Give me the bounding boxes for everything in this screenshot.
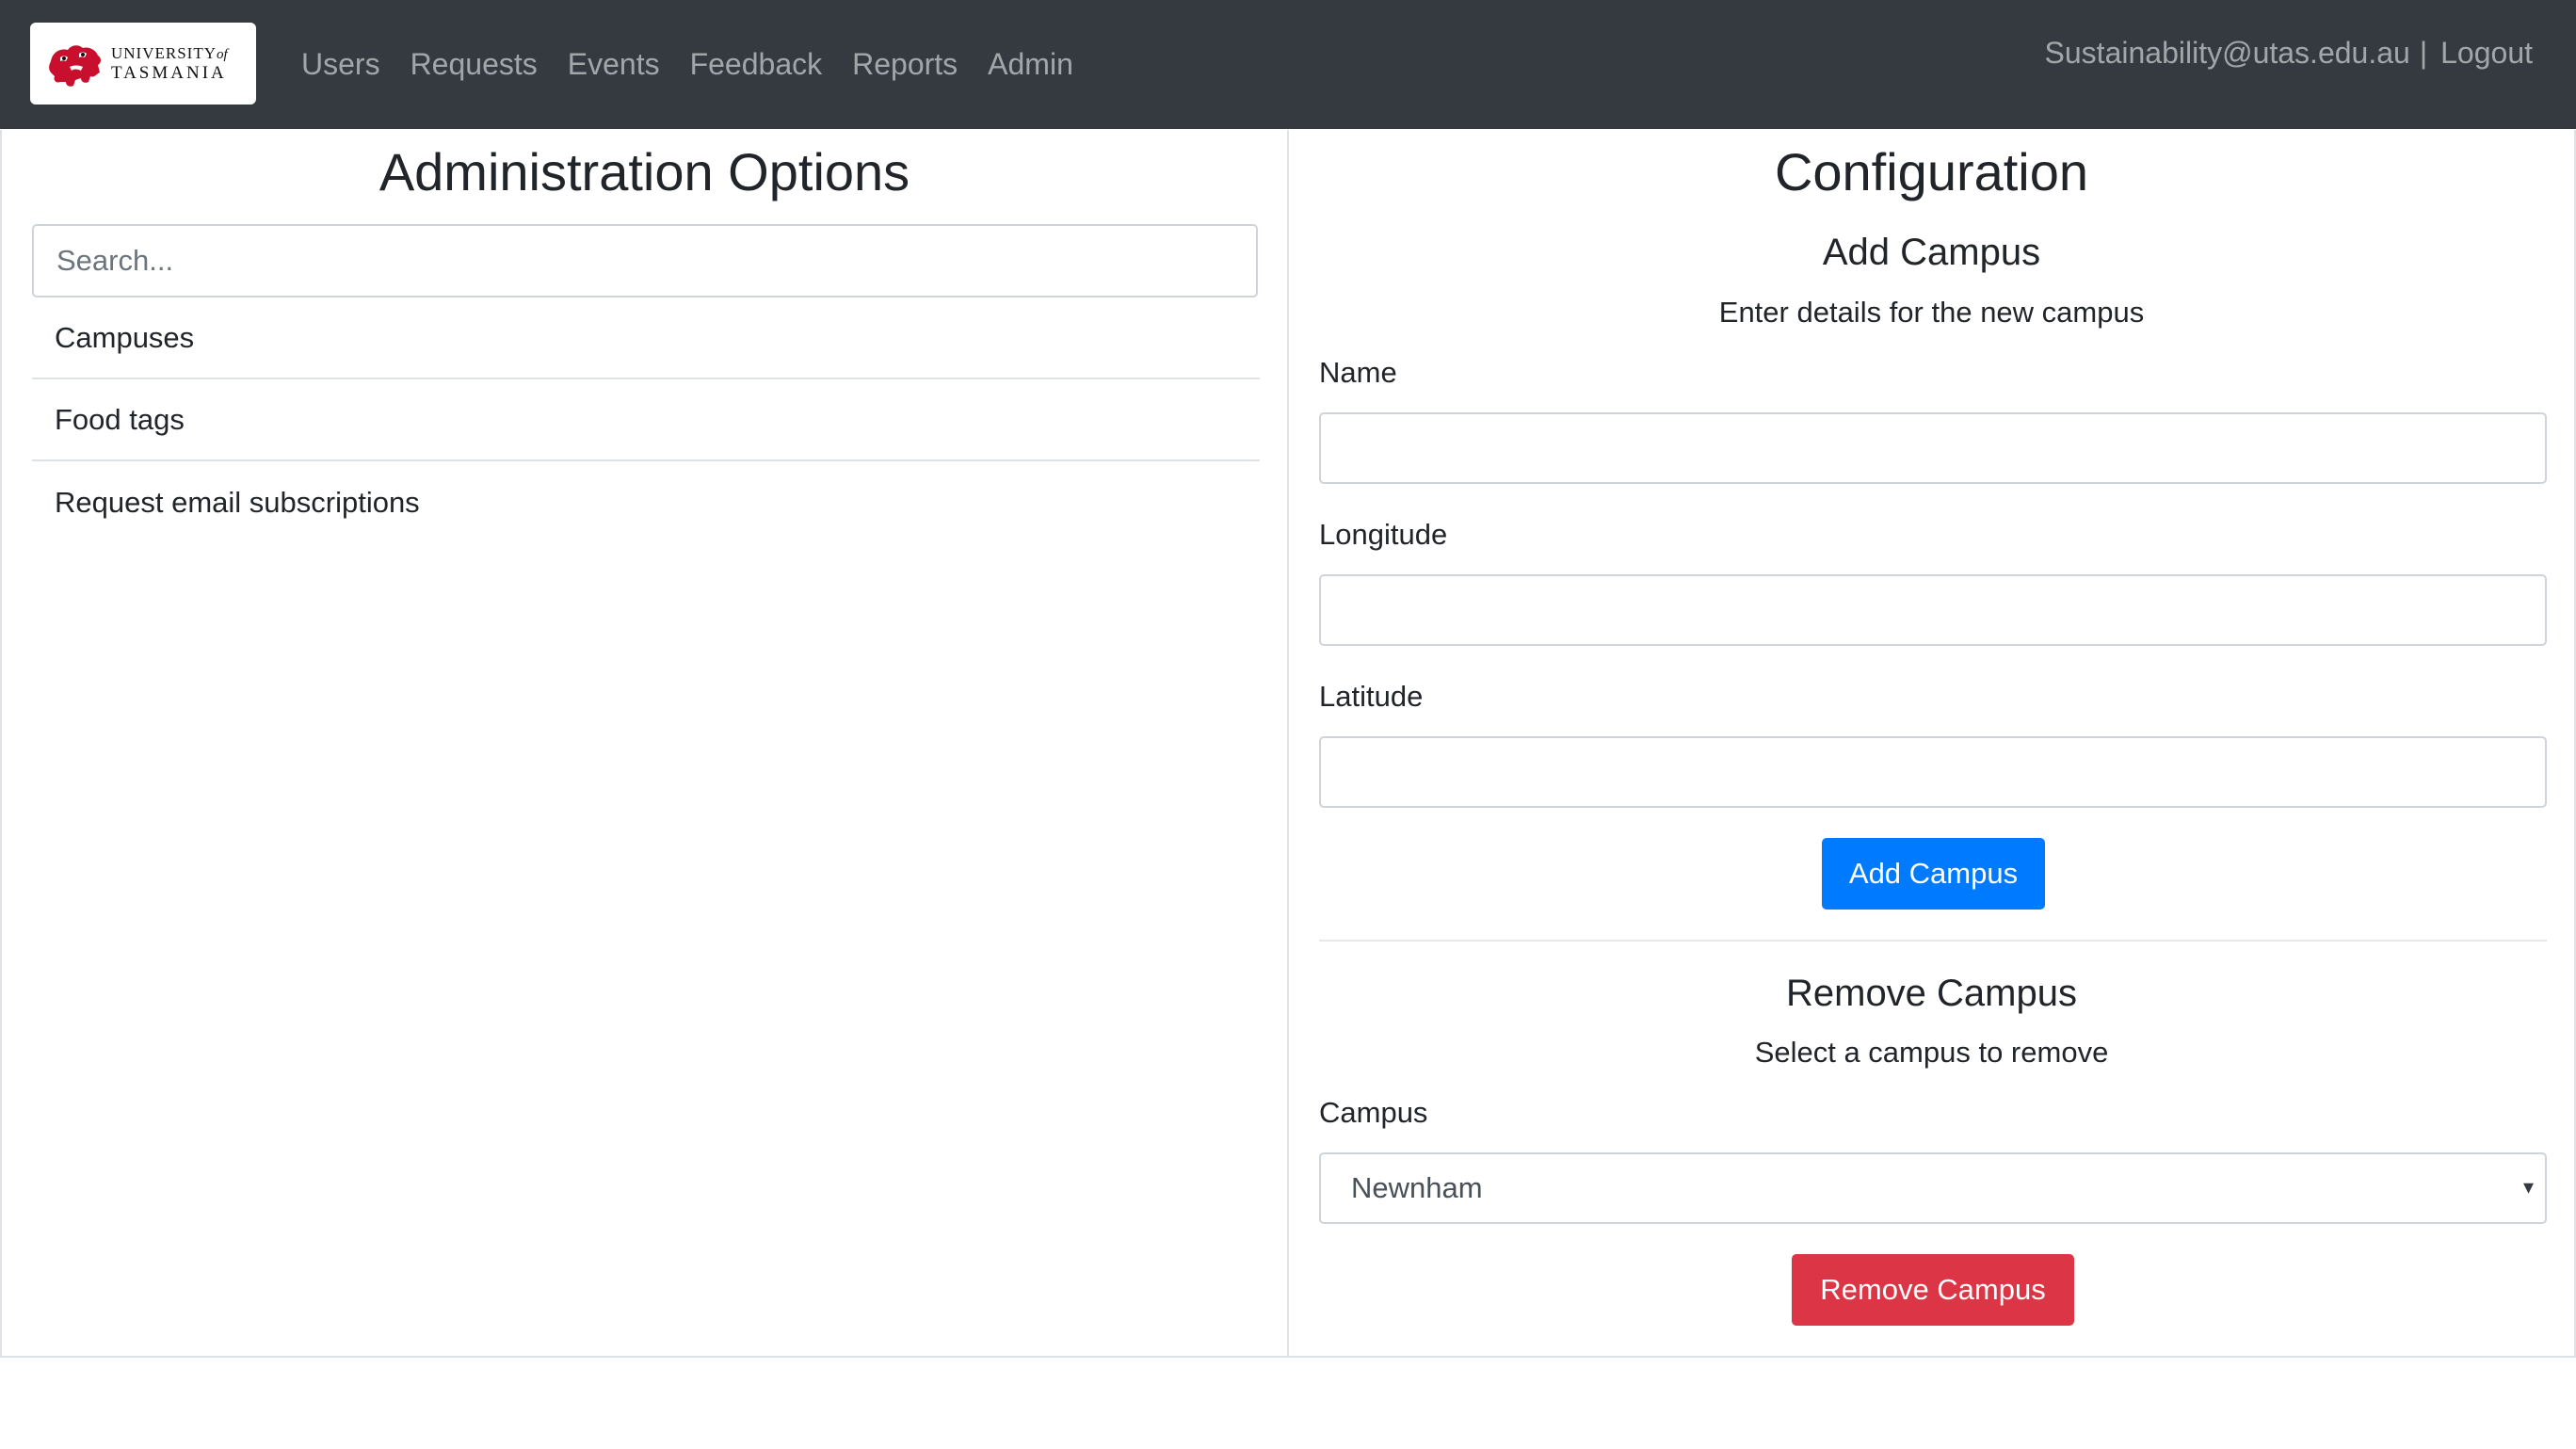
- administration-options-panel: Administration Options Campuses Food tag…: [0, 130, 1289, 1358]
- longitude-label: Longitude: [1319, 518, 1448, 551]
- section-divider: [1319, 940, 2547, 942]
- remove-campus-subtitle: Select a campus to remove: [1754, 1036, 2109, 1069]
- search-input[interactable]: [32, 224, 1258, 298]
- top-navbar: UNIVERSITYof TASMANIA Users Requests Eve…: [0, 0, 2576, 129]
- nav-separator: |: [2419, 36, 2428, 70]
- remove-campus-button[interactable]: Remove Campus: [1792, 1254, 2074, 1326]
- admin-option-list: Campuses Food tags Request email subscri…: [32, 298, 1260, 543]
- campus-label: Campus: [1319, 1096, 1428, 1129]
- configuration-title: Configuration: [1774, 142, 2089, 201]
- campus-select-value: Newnham: [1351, 1171, 1483, 1204]
- university-logo[interactable]: UNIVERSITYof TASMANIA: [30, 23, 256, 105]
- option-item-campuses[interactable]: Campuses: [32, 298, 1260, 379]
- nav-link-reports[interactable]: Reports: [852, 47, 958, 82]
- logout-link[interactable]: Logout: [2440, 36, 2533, 71]
- longitude-field[interactable]: [1319, 574, 2547, 646]
- nav-link-users[interactable]: Users: [301, 47, 380, 82]
- user-area: Sustainability@utas.edu.au | Logout: [2045, 36, 2533, 71]
- campus-select[interactable]: Newnham ▾: [1319, 1152, 2547, 1224]
- add-campus-title: Add Campus: [1822, 232, 2041, 273]
- lion-crest-icon: [49, 44, 101, 87]
- nav-link-feedback[interactable]: Feedback: [690, 47, 823, 82]
- brand-of-text: of: [217, 47, 228, 62]
- remove-campus-title: Remove Campus: [1785, 973, 2077, 1014]
- option-item-request-email-subscriptions[interactable]: Request email subscriptions: [32, 461, 1260, 543]
- user-email[interactable]: Sustainability@utas.edu.au: [2045, 36, 2410, 71]
- name-field[interactable]: [1319, 412, 2547, 484]
- option-item-food-tags[interactable]: Food tags: [32, 379, 1260, 461]
- brand-university-text: UNIVERSITY: [111, 44, 217, 62]
- configuration-panel: Configuration Add Campus Enter details f…: [1287, 130, 2576, 1358]
- name-label: Name: [1319, 356, 1397, 389]
- chevron-down-icon: ▾: [2522, 1175, 2534, 1199]
- brand-tasmania-text: TASMANIA: [111, 63, 227, 83]
- nav-link-events[interactable]: Events: [568, 47, 660, 82]
- administration-options-title: Administration Options: [378, 142, 910, 201]
- latitude-field[interactable]: [1319, 736, 2547, 808]
- brand-wordmark: UNIVERSITYof TASMANIA: [111, 44, 228, 83]
- main-nav: Users Requests Events Feedback Reports A…: [301, 0, 1103, 129]
- latitude-label: Latitude: [1319, 680, 1424, 713]
- nav-link-admin[interactable]: Admin: [988, 47, 1073, 82]
- add-campus-button[interactable]: Add Campus: [1822, 838, 2045, 910]
- add-campus-subtitle: Enter details for the new campus: [1718, 296, 2145, 329]
- nav-link-requests[interactable]: Requests: [411, 47, 538, 82]
